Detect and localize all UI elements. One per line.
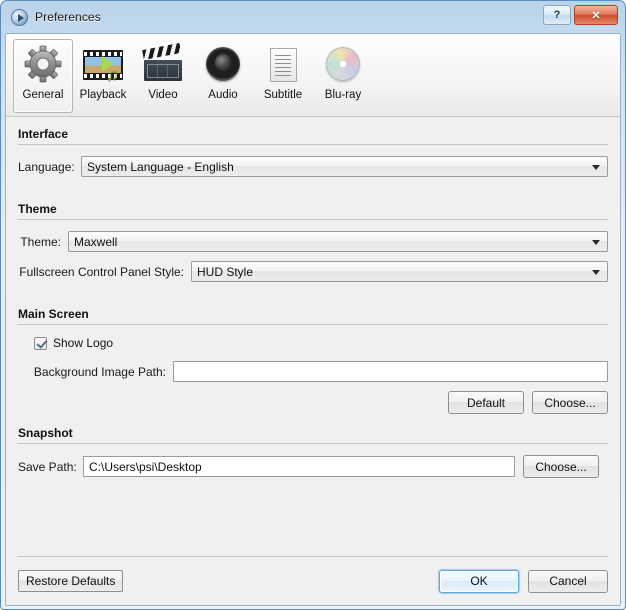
section-divider [18, 443, 608, 444]
section-divider [18, 324, 608, 325]
section-title-snapshot: Snapshot [18, 426, 73, 440]
tab-video[interactable]: Video [133, 39, 193, 113]
window-title: Preferences [35, 10, 101, 24]
choose-save-path-button[interactable]: Choose... [523, 455, 599, 478]
section-divider [18, 219, 608, 220]
restore-defaults-button[interactable]: Restore Defaults [18, 570, 124, 592]
fullscreen-style-value: HUD Style [197, 264, 254, 279]
section-title-theme: Theme [18, 202, 57, 216]
tab-bluray[interactable]: Blu-ray [313, 39, 373, 113]
dialog-footer: Restore Defaults OK Cancel [6, 557, 620, 605]
tab-playback[interactable]: ♫ Playback [73, 39, 133, 113]
save-path-input[interactable]: C:\Users\psi\Desktop [83, 456, 515, 477]
speaker-icon [201, 43, 245, 87]
clapperboard-icon [141, 42, 185, 87]
chevron-down-icon [592, 239, 600, 245]
chevron-down-icon [592, 269, 600, 275]
tab-general-label: General [22, 89, 64, 101]
tab-subtitle-label: Subtitle [263, 89, 303, 101]
show-logo-checkbox[interactable] [34, 336, 47, 350]
section-title-main-screen: Main Screen [18, 307, 89, 321]
fullscreen-style-label: Fullscreen Control Panel Style: [19, 264, 184, 279]
language-select[interactable]: System Language - English [81, 156, 608, 177]
tab-video-label: Video [148, 89, 178, 101]
client-area: General ♫ Playback Video Audio Subtitle … [5, 33, 621, 606]
background-image-path-input[interactable] [173, 361, 608, 382]
film-strip-icon: ♫ [81, 43, 125, 87]
preferences-window: Preferences ? ✕ General ♫ Playback Video… [0, 0, 626, 610]
show-logo-label: Show Logo [53, 336, 114, 350]
theme-row: Theme: Maxwell [18, 231, 608, 252]
gear-icon [21, 43, 65, 87]
tab-general[interactable]: General [13, 39, 73, 113]
close-button[interactable]: ✕ [574, 5, 618, 25]
save-path-label: Save Path: [18, 459, 77, 474]
tab-audio[interactable]: Audio [193, 39, 253, 113]
cancel-button[interactable]: Cancel [528, 569, 608, 593]
tab-playback-label: Playback [79, 89, 127, 101]
preferences-toolbar: General ♫ Playback Video Audio Subtitle … [6, 34, 620, 117]
section-divider [18, 144, 608, 145]
theme-label: Theme: [20, 234, 61, 249]
footer-actions: OK Cancel [439, 569, 608, 593]
theme-select[interactable]: Maxwell [68, 231, 608, 252]
background-image-buttons: Default Choose... [18, 391, 608, 414]
media-play-circle-icon [11, 8, 28, 26]
section-title-interface: Interface [18, 127, 69, 141]
disc-icon [321, 43, 365, 87]
fullscreen-style-row: Fullscreen Control Panel Style: HUD Styl… [18, 261, 608, 282]
tab-bluray-label: Blu-ray [324, 89, 362, 101]
language-value: System Language - English [87, 159, 234, 174]
theme-value: Maxwell [74, 234, 118, 249]
show-logo-checkbox-row[interactable]: Show Logo [34, 336, 113, 350]
save-path-row: Save Path: C:\Users\psi\Desktop Choose..… [18, 455, 608, 478]
settings-pane: Interface Language: System Language - En… [6, 117, 620, 556]
language-label: Language: [18, 159, 75, 174]
language-row: Language: System Language - English [18, 156, 608, 177]
default-button[interactable]: Default [448, 391, 524, 414]
background-image-path-row: Background Image Path: [18, 361, 608, 382]
background-image-path-label: Background Image Path: [33, 364, 166, 379]
window-controls: ? ✕ [543, 5, 618, 25]
tab-subtitle[interactable]: Subtitle [253, 39, 313, 113]
choose-background-button[interactable]: Choose... [532, 391, 608, 414]
tab-audio-label: Audio [208, 89, 238, 101]
fullscreen-style-select[interactable]: HUD Style [191, 261, 608, 282]
help-button[interactable]: ? [543, 5, 571, 25]
title-bar: Preferences ? ✕ [5, 1, 621, 33]
ok-button[interactable]: OK [439, 569, 519, 593]
chevron-down-icon [592, 164, 600, 170]
document-icon [261, 43, 305, 87]
